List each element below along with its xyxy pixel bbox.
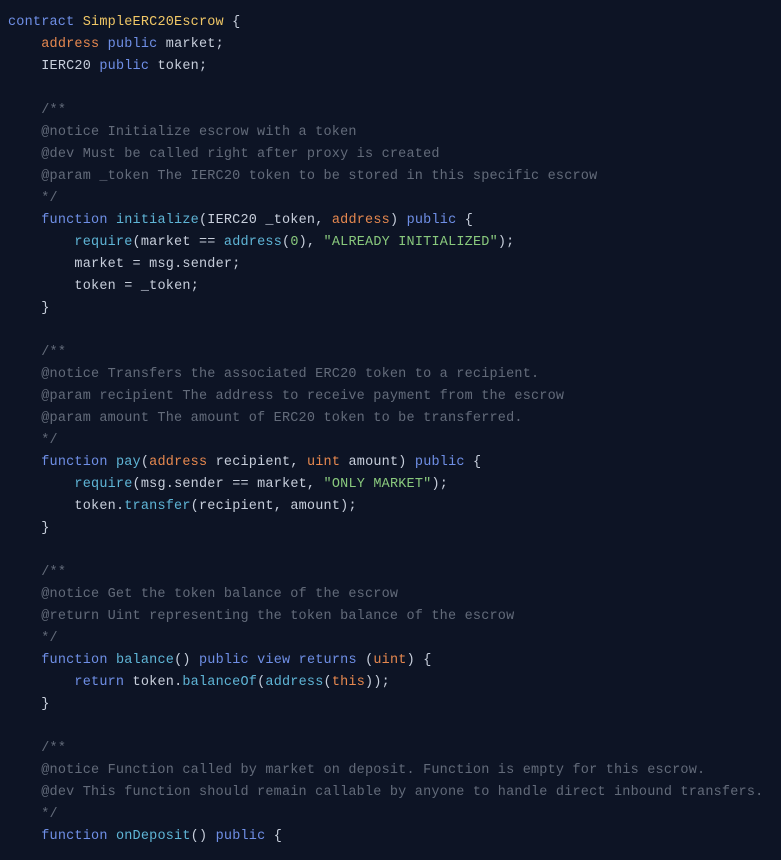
keyword-function: function xyxy=(41,829,107,844)
arg-recipient: recipient xyxy=(199,499,274,514)
fn-pay: pay xyxy=(116,455,141,470)
comment-open: /** xyxy=(41,345,66,360)
op-eq: == xyxy=(199,235,216,250)
expr-market: market xyxy=(141,235,191,250)
expr-token: token xyxy=(74,499,116,514)
type-address: address xyxy=(41,37,99,52)
keyword-function: function xyxy=(41,653,107,668)
var-market: market xyxy=(166,37,216,52)
param-name: recipient xyxy=(216,455,291,470)
fn-address: address xyxy=(224,235,282,250)
keyword-returns: returns xyxy=(299,653,357,668)
fn-balanceof: balanceOf xyxy=(182,675,257,690)
comment-line: @notice Initialize escrow with a token xyxy=(41,125,356,140)
string-literal: "ALREADY INITIALIZED" xyxy=(324,235,498,250)
fn-transfer: transfer xyxy=(124,499,190,514)
param-name: _token xyxy=(265,213,315,228)
type-uint: uint xyxy=(373,653,406,668)
fn-balance: balance xyxy=(116,653,174,668)
var-token: token xyxy=(157,59,199,74)
fn-initialize: initialize xyxy=(116,213,199,228)
comment-line: @param amount The amount of ERC20 token … xyxy=(41,411,522,426)
keyword-public: public xyxy=(216,829,266,844)
expr-msg: msg xyxy=(149,257,174,272)
fn-require: require xyxy=(74,235,132,250)
arg-amount: amount xyxy=(290,499,340,514)
keyword-view: view xyxy=(257,653,290,668)
comment-line: @return Uint representing the token bala… xyxy=(41,609,514,624)
comment-line: @dev This function should remain callabl… xyxy=(41,785,763,800)
comment-line: @notice Function called by market on dep… xyxy=(41,763,705,778)
fn-ondeposit: onDeposit xyxy=(116,829,191,844)
comment-open: /** xyxy=(41,103,66,118)
expr-market: market xyxy=(257,477,307,492)
keyword-this: this xyxy=(332,675,365,690)
param-type: address xyxy=(149,455,207,470)
expr-token: _token xyxy=(141,279,191,294)
contract-name: SimpleERC20Escrow xyxy=(83,15,224,30)
keyword-public: public xyxy=(99,59,149,74)
code-block: contract SimpleERC20Escrow { address pub… xyxy=(8,12,773,848)
comment-line: @dev Must be called right after proxy is… xyxy=(41,147,439,162)
type-ierc20: IERC20 xyxy=(41,59,91,74)
expr-sender: sender xyxy=(174,477,224,492)
param-type: address xyxy=(332,213,390,228)
comment-close: */ xyxy=(41,191,58,206)
param-type: uint xyxy=(307,455,340,470)
keyword-public: public xyxy=(108,37,158,52)
param-type: IERC20 xyxy=(207,213,257,228)
comment-close: */ xyxy=(41,433,58,448)
fn-require: require xyxy=(74,477,132,492)
expr-token: token xyxy=(133,675,175,690)
keyword-contract: contract xyxy=(8,15,74,30)
literal-zero: 0 xyxy=(290,235,298,250)
comment-open: /** xyxy=(41,741,66,756)
comment-open: /** xyxy=(41,565,66,580)
comment-line: @notice Transfers the associated ERC20 t… xyxy=(41,367,539,382)
var-market: market xyxy=(74,257,124,272)
fn-address: address xyxy=(265,675,323,690)
string-literal: "ONLY MARKET" xyxy=(324,477,432,492)
keyword-public: public xyxy=(415,455,465,470)
keyword-public: public xyxy=(199,653,249,668)
comment-close: */ xyxy=(41,807,58,822)
comment-close: */ xyxy=(41,631,58,646)
keyword-public: public xyxy=(407,213,457,228)
var-token: token xyxy=(74,279,116,294)
keyword-function: function xyxy=(41,455,107,470)
keyword-function: function xyxy=(41,213,107,228)
expr-msg: msg xyxy=(141,477,166,492)
param-name: amount xyxy=(348,455,398,470)
keyword-return: return xyxy=(74,675,124,690)
comment-line: @notice Get the token balance of the esc… xyxy=(41,587,398,602)
expr-sender: sender xyxy=(182,257,232,272)
comment-line: @param _token The IERC20 token to be sto… xyxy=(41,169,597,184)
comment-line: @param recipient The address to receive … xyxy=(41,389,564,404)
